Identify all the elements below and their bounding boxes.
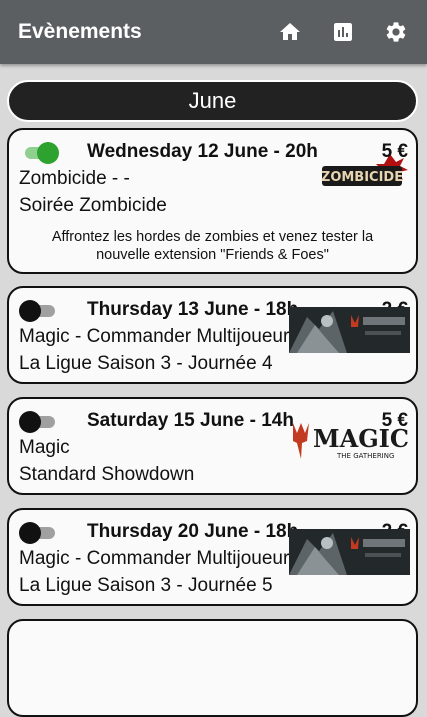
event-date: Wednesday 12 June - 20h [87, 141, 318, 162]
event-game: Magic - Commander Multijoueur [19, 548, 290, 569]
magic-logo: MAGIC THE GATHERING [283, 419, 411, 461]
event-game: Zombicide - - [19, 168, 130, 189]
gear-icon[interactable] [383, 19, 409, 45]
event-card[interactable]: Saturday 15 June - 14h 5 € Magic Standar… [7, 397, 418, 495]
magic-logo-text: MAGIC [313, 424, 409, 453]
event-game: Magic [19, 437, 70, 458]
event-name: La Ligue Saison 3 - Journée 5 [19, 575, 273, 596]
subscribe-toggle[interactable] [19, 299, 59, 323]
page-title: Evènements [18, 20, 142, 43]
month-header: June [7, 80, 418, 122]
commander-banner-image [289, 529, 410, 575]
event-card[interactable]: Wednesday 12 June - 20h ZOMBICIDE 5 € Zo… [7, 128, 418, 274]
event-game: Magic - Commander Multijoueur [19, 326, 290, 347]
zombicide-logo-text: ZOMBICIDE [321, 170, 403, 185]
subscribe-toggle[interactable] [19, 141, 59, 165]
home-icon[interactable] [277, 19, 303, 45]
subscribe-toggle[interactable] [19, 521, 59, 545]
event-card[interactable] [7, 619, 418, 717]
month-label: June [188, 88, 237, 113]
event-date: Thursday 13 June - 18h [87, 299, 299, 320]
event-name: La Ligue Saison 3 - Journée 4 [19, 353, 273, 374]
event-description: Affrontez les hordes de zombies et venez… [51, 229, 374, 263]
subscribe-toggle[interactable] [19, 410, 59, 434]
event-name: Soirée Zombicide [19, 195, 167, 216]
event-name: Standard Showdown [19, 464, 195, 485]
commander-banner-image [289, 307, 410, 353]
stats-icon[interactable] [330, 19, 356, 45]
magic-logo-subtext: THE GATHERING [336, 452, 394, 460]
app-bar: Evènements [0, 0, 427, 64]
event-price: 5 € [381, 141, 408, 162]
event-list[interactable]: June Wednesday 12 June - 20h ZOMBICIDE 5… [0, 64, 427, 717]
event-date: Saturday 15 June - 14h [87, 410, 294, 431]
event-card[interactable]: Thursday 20 June - 18h 2 € Magic - Comma… [7, 508, 418, 606]
event-date: Thursday 20 June - 18h [87, 521, 299, 542]
event-card[interactable]: Thursday 13 June - 18h 2 € Magic - Comma… [7, 286, 418, 384]
